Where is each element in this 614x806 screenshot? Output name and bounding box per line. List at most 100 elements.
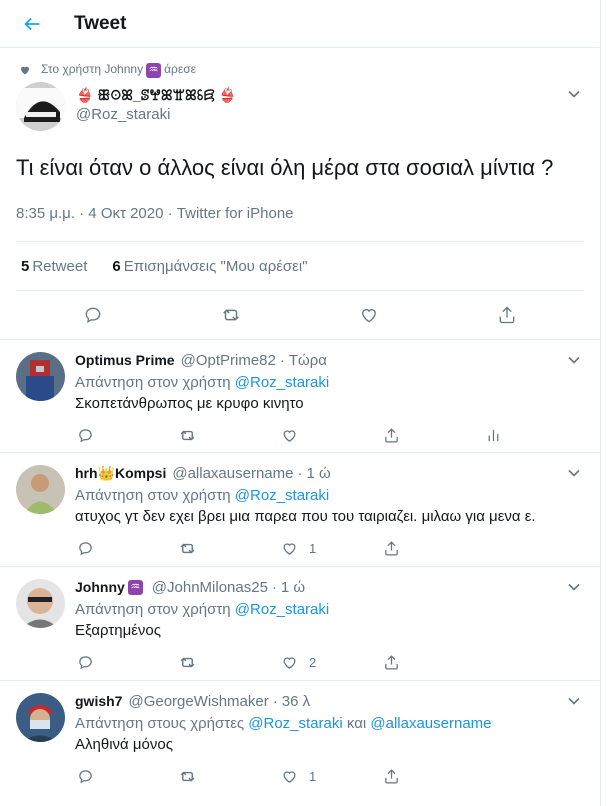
retweet-button[interactable] bbox=[173, 421, 275, 449]
tweet-text: Τι είναι όταν ο άλλος είναι όλη μέρα στα… bbox=[16, 155, 554, 180]
heart-icon bbox=[283, 656, 295, 669]
author-name[interactable]: 👙 ꕥꖴꕤ_ꕷꖡꕤꖁꕤꗏꗛ 👙 bbox=[76, 86, 236, 104]
mention-link[interactable]: @Roz_staraki bbox=[248, 715, 342, 732]
reply-time[interactable]: 36 λ bbox=[282, 693, 310, 710]
reply-author-name[interactable]: Optimus Prime bbox=[75, 352, 175, 368]
more-options-button[interactable] bbox=[564, 350, 584, 370]
retweet-button[interactable] bbox=[214, 298, 248, 332]
analytics-button[interactable] bbox=[479, 421, 581, 449]
tweet-stats: 5 Retweet 6 Επισημάνσεις "Μου αρέσει" bbox=[16, 241, 584, 291]
share-button[interactable] bbox=[377, 421, 479, 449]
reply-button[interactable] bbox=[71, 762, 173, 790]
reply-author-handle[interactable]: @allaxausername bbox=[172, 465, 293, 482]
like-button[interactable]: 1 bbox=[275, 762, 377, 790]
top-bar: Tweet bbox=[0, 0, 600, 48]
reply-actions: 1 bbox=[71, 527, 584, 569]
heart-filled-icon bbox=[21, 66, 29, 75]
more-options-button[interactable] bbox=[564, 691, 584, 711]
aquarius-emoji: ♒ bbox=[146, 62, 162, 78]
share-icon bbox=[384, 427, 398, 443]
chevron-down-icon bbox=[568, 469, 580, 477]
reply-actions: 1 bbox=[71, 755, 584, 797]
reply-author-handle[interactable]: @JohnMilonas25 bbox=[152, 579, 268, 596]
chevron-down-icon bbox=[568, 90, 580, 98]
retweet-icon bbox=[180, 657, 194, 667]
reply-time[interactable]: 1 ώ bbox=[306, 465, 330, 482]
reply-author-handle[interactable]: @GeorgeWishmaker bbox=[128, 693, 268, 710]
tweet-column: Tweet Στο χρήστη Johnny ♒ άρεσε 👙 ꕥꖴꕤ_ꕷꖡꕤꖁ… bbox=[0, 0, 601, 806]
share-button[interactable] bbox=[377, 534, 479, 562]
author-handle[interactable]: @Roz_staraki bbox=[76, 105, 236, 125]
reply-button[interactable] bbox=[71, 648, 173, 676]
reply-author-name[interactable]: hrh👑Kompsi bbox=[75, 465, 166, 482]
like-button[interactable]: 2 bbox=[275, 648, 377, 676]
heart-icon bbox=[283, 429, 295, 442]
main-tweet: Στο χρήστη Johnny ♒ άρεσε 👙 ꕥꖴꕤ_ꕷꖡꕤꖁꕤꗏꗛ 👙 … bbox=[0, 48, 600, 339]
more-options-button[interactable] bbox=[564, 463, 584, 483]
reply-author-name[interactable]: Johnny ♒ bbox=[75, 579, 146, 596]
heart-icon bbox=[283, 542, 295, 555]
reply-button[interactable] bbox=[71, 534, 173, 562]
reply-time[interactable]: Τώρα bbox=[289, 352, 327, 369]
replying-to: Απάντηση στον χρήστη @Roz_staraki bbox=[75, 374, 330, 391]
more-options-button[interactable] bbox=[564, 84, 584, 104]
share-button[interactable] bbox=[377, 648, 479, 676]
reply-tweet[interactable]: hrh👑Kompsi @allaxausername · 1 ώ Απάντησ… bbox=[0, 453, 600, 567]
reply-tweet[interactable]: Johnny ♒ @JohnMilonas25 · 1 ώ Απάντηση στ… bbox=[0, 567, 600, 681]
social-context-text[interactable]: Στο χρήστη Johnny ♒ άρεσε bbox=[41, 62, 196, 78]
avatar[interactable] bbox=[16, 579, 65, 628]
like-button[interactable]: 1 bbox=[275, 534, 377, 562]
mention-link[interactable]: @Roz_staraki bbox=[235, 374, 329, 391]
share-icon bbox=[384, 540, 398, 556]
analytics-icon bbox=[488, 429, 498, 441]
share-icon bbox=[499, 306, 515, 324]
share-icon bbox=[384, 654, 398, 670]
avatar[interactable] bbox=[16, 465, 65, 514]
mention-link[interactable]: @Roz_staraki bbox=[235, 487, 329, 504]
share-button[interactable] bbox=[490, 298, 524, 332]
reply-icon bbox=[78, 655, 92, 669]
avatar[interactable] bbox=[16, 82, 65, 131]
reply-button[interactable] bbox=[71, 421, 173, 449]
replying-to: Απάντηση στον χρήστη @Roz_staraki bbox=[75, 487, 330, 504]
reply-icon bbox=[78, 428, 92, 442]
retweets-stat[interactable]: 5 Retweet bbox=[21, 258, 87, 275]
share-button[interactable] bbox=[377, 762, 479, 790]
chevron-down-icon bbox=[568, 356, 580, 364]
retweet-button[interactable] bbox=[173, 762, 275, 790]
social-context: Στο χρήστη Johnny ♒ άρεσε bbox=[19, 48, 584, 80]
page-title: Tweet bbox=[74, 12, 127, 34]
heart-icon bbox=[283, 770, 295, 783]
replying-to: Απάντηση στον χρήστη @Roz_staraki bbox=[75, 601, 330, 618]
heart-icon bbox=[362, 309, 376, 323]
mention-link[interactable]: @Roz_staraki bbox=[235, 601, 329, 618]
chevron-down-icon bbox=[568, 697, 580, 705]
more-options-button[interactable] bbox=[564, 577, 584, 597]
retweet-icon bbox=[180, 543, 194, 553]
like-count: 1 bbox=[309, 540, 317, 556]
tweet-timestamp[interactable]: 8:35 μ.μ. · 4 Οκτ 2020 · Twitter for iPh… bbox=[16, 205, 584, 229]
likes-stat[interactable]: 6 Επισημάνσεις "Μου αρέσει" bbox=[112, 258, 307, 275]
aquarius-emoji: ♒ bbox=[127, 580, 143, 596]
reply-button[interactable] bbox=[76, 298, 110, 332]
reply-author-name[interactable]: gwish7 bbox=[75, 693, 122, 709]
like-button[interactable] bbox=[275, 421, 377, 449]
reply-author-handle[interactable]: @OptPrime82 bbox=[181, 352, 276, 369]
reply-text: Αληθινά μόνος bbox=[75, 736, 173, 753]
retweet-button[interactable] bbox=[173, 534, 275, 562]
reply-text: Εξαρτημένος bbox=[75, 622, 161, 639]
reply-icon bbox=[78, 541, 92, 555]
retweet-icon bbox=[223, 309, 239, 321]
reply-tweet[interactable]: Optimus Prime @OptPrime82 · Τώρα Απάντησ… bbox=[0, 340, 600, 453]
retweet-icon bbox=[180, 771, 194, 781]
back-button[interactable] bbox=[16, 8, 48, 40]
mention-link[interactable]: @allaxausername bbox=[370, 715, 491, 732]
avatar[interactable] bbox=[16, 352, 65, 401]
arrow-left-icon bbox=[24, 17, 40, 30]
retweet-button[interactable] bbox=[173, 648, 275, 676]
reply-tweet[interactable]: gwish7 @GeorgeWishmaker · 36 λ Απάντηση … bbox=[0, 681, 600, 795]
reply-time[interactable]: 1 ώ bbox=[281, 579, 305, 596]
like-button[interactable] bbox=[352, 298, 386, 332]
replying-to: Απάντηση στους χρήστες @Roz_staraki και … bbox=[75, 715, 492, 732]
avatar[interactable] bbox=[16, 693, 65, 742]
